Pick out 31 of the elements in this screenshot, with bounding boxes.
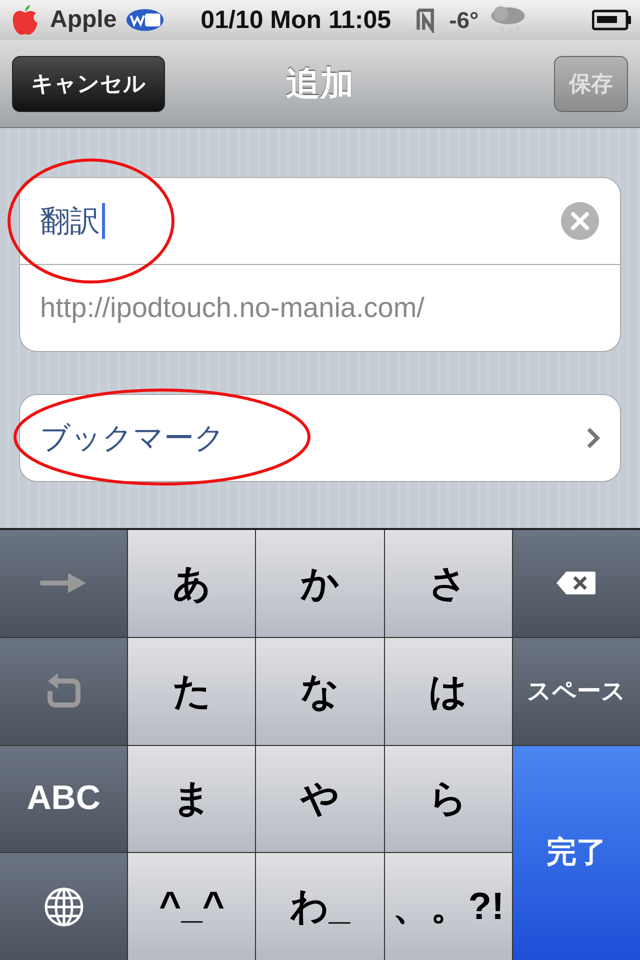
carrier-name: Apple (50, 6, 117, 34)
key[interactable]: さ (384, 530, 512, 637)
key[interactable]: は (384, 638, 512, 744)
key[interactable] (0, 853, 128, 960)
done-key[interactable]: 完了 (512, 746, 640, 960)
key[interactable]: た (128, 638, 256, 744)
key[interactable]: ABC (0, 746, 128, 852)
key[interactable]: か (256, 530, 384, 637)
page-title: 追加 (286, 62, 354, 106)
key[interactable]: ^_^ (128, 853, 256, 960)
key[interactable]: わ_ (256, 853, 384, 960)
chevron-icon (586, 427, 600, 449)
url-field[interactable]: http://ipodtouch.no-mania.com/ (40, 292, 424, 324)
key[interactable]: 、。?! (384, 853, 512, 960)
date-time: 01/10 Mon 11:05 (200, 6, 392, 34)
key[interactable]: ら (384, 746, 512, 852)
cancel-button[interactable]: キャンセル (12, 56, 165, 112)
key[interactable]: スペース (512, 638, 640, 744)
title-field[interactable]: 翻訳 (40, 200, 100, 242)
clear-icon[interactable] (560, 201, 600, 241)
key[interactable]: な (256, 638, 384, 744)
globe-icon (44, 886, 84, 927)
folder-name: ブックマーク (40, 420, 225, 458)
key[interactable]: ま (128, 746, 256, 852)
key[interactable]: あ (128, 530, 256, 637)
key[interactable] (512, 530, 640, 637)
temperature: -6° (449, 6, 479, 34)
text-cursor (102, 203, 105, 239)
battery-icon (592, 8, 632, 32)
wifi-badge-icon (124, 8, 165, 32)
key[interactable]: や (256, 746, 384, 852)
